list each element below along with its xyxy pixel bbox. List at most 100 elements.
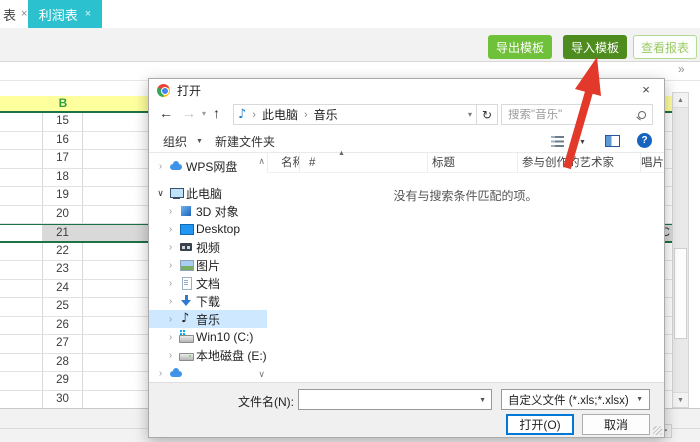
cell-b[interactable]: 24 — [43, 279, 83, 298]
sidebar-item[interactable]: › 下载 — [149, 292, 267, 310]
list-column-header[interactable]: 唱片 — [640, 153, 664, 172]
expander-icon[interactable]: ∨ — [155, 188, 166, 199]
cell-b[interactable]: 22 — [43, 242, 83, 261]
sidebar-item[interactable]: › 音乐 — [149, 310, 267, 328]
tab-background-sheet[interactable]: 表 × — [0, 0, 30, 28]
search-box[interactable] — [501, 104, 653, 125]
tree-scroll-up-icon[interactable]: ∧ — [258, 156, 265, 167]
cell-a[interactable] — [0, 131, 43, 150]
export-template-button[interactable]: 导出模板 — [488, 35, 552, 59]
scroll-up-icon[interactable]: ▲ — [673, 93, 688, 108]
tab-profit-sheet[interactable]: 利润表 × — [28, 0, 102, 28]
address-dropdown-icon[interactable]: ▾ — [468, 110, 472, 119]
breadcrumb[interactable]: ♪ › 此电脑 › 音乐 ▾ — [233, 104, 477, 125]
organize-dropdown-icon[interactable]: ▼ — [196, 138, 203, 145]
list-column-header[interactable]: 参与创作的艺术家 — [517, 153, 640, 172]
sidebar-item[interactable]: › 3D 对象 — [149, 202, 267, 220]
filename-input[interactable] — [301, 391, 476, 408]
cell-a[interactable] — [0, 225, 43, 241]
vertical-scrollbar[interactable]: ▲ ▼ — [672, 92, 689, 408]
dialog-titlebar[interactable]: 打开 × — [149, 79, 664, 101]
breadcrumb-music[interactable]: 音乐 — [314, 106, 338, 123]
cell-a[interactable] — [0, 316, 43, 335]
filename-combobox[interactable]: ▼ — [298, 389, 492, 410]
expander-icon[interactable]: › — [165, 350, 176, 361]
search-input[interactable] — [508, 108, 626, 121]
cell-a[interactable] — [0, 187, 43, 206]
preview-pane-icon[interactable] — [605, 135, 620, 147]
expander-icon[interactable]: › — [165, 260, 176, 271]
cell-b[interactable]: 17 — [43, 150, 83, 169]
sidebar-item[interactable]: › 视频 — [149, 238, 267, 256]
overflow-chevron-icon[interactable]: » — [678, 62, 685, 76]
filetype-dropdown[interactable]: 自定义文件 (*.xls;*.xlsx) ▼ — [501, 389, 650, 410]
sidebar-item[interactable]: › — [149, 364, 267, 382]
sidebar-item[interactable]: › 图片 — [149, 256, 267, 274]
cell-a[interactable] — [0, 335, 43, 354]
list-column-header[interactable]: 名称 — [267, 153, 299, 172]
sidebar-item[interactable]: ∨ 此电脑 — [149, 184, 267, 202]
cell-b[interactable]: 20 — [43, 205, 83, 224]
cell-a[interactable] — [0, 279, 43, 298]
cell-a[interactable] — [0, 205, 43, 224]
scroll-down-icon[interactable]: ▼ — [673, 392, 688, 407]
cell-b[interactable]: 26 — [43, 316, 83, 335]
cell-b[interactable]: 21 — [43, 225, 83, 241]
history-dropdown-icon[interactable]: ▾ — [202, 109, 206, 118]
cell-b[interactable]: 27 — [43, 335, 83, 354]
column-header-b[interactable]: B — [43, 96, 83, 111]
sidebar-item[interactable]: › WPS网盘 — [149, 157, 267, 175]
up-folder-icon[interactable]: ↑ — [213, 105, 220, 121]
resize-grip[interactable] — [653, 426, 662, 435]
close-icon[interactable]: × — [628, 79, 664, 101]
tree-scroll-down-icon[interactable]: ∨ — [258, 369, 265, 380]
cell-a[interactable] — [0, 168, 43, 187]
cell-a[interactable] — [0, 372, 43, 391]
help-icon[interactable]: ? — [637, 133, 652, 148]
expander-icon[interactable]: › — [155, 368, 166, 379]
refresh-icon[interactable]: ↻ — [477, 104, 498, 125]
expander-icon[interactable]: › — [155, 161, 166, 172]
cell-b[interactable]: 30 — [43, 390, 83, 409]
expander-icon[interactable]: › — [165, 206, 176, 217]
tab-close-icon[interactable]: × — [85, 8, 91, 20]
view-report-button[interactable]: 查看报表 — [633, 35, 697, 59]
search-icon[interactable] — [638, 110, 646, 119]
cell-b[interactable]: 23 — [43, 261, 83, 280]
cell-b[interactable]: 18 — [43, 168, 83, 187]
back-icon[interactable]: ← — [159, 105, 173, 121]
cell-b[interactable]: 19 — [43, 187, 83, 206]
sidebar-item[interactable]: › Win10 (C:) — [149, 328, 267, 346]
cell-b[interactable]: 16 — [43, 131, 83, 150]
expander-icon[interactable]: › — [165, 314, 176, 325]
tab-close-icon[interactable]: × — [21, 8, 27, 20]
expander-icon[interactable]: › — [165, 332, 176, 343]
view-dropdown-icon[interactable]: ▼ — [579, 139, 586, 146]
new-folder-button[interactable]: 新建文件夹 — [215, 133, 275, 150]
cell-a[interactable] — [0, 353, 43, 372]
cell-b[interactable]: 28 — [43, 353, 83, 372]
sidebar-item[interactable]: › 文档 — [149, 274, 267, 292]
expander-icon[interactable]: › — [165, 278, 176, 289]
breadcrumb-this-pc[interactable]: 此电脑 — [262, 106, 298, 123]
details-view-icon[interactable] — [551, 136, 564, 147]
list-column-header[interactable]: # — [299, 153, 427, 172]
open-button[interactable]: 打开(O) — [506, 414, 574, 435]
cell-a[interactable] — [0, 390, 43, 409]
cell-a[interactable] — [0, 298, 43, 317]
cell-b[interactable]: 29 — [43, 372, 83, 391]
expander-icon[interactable]: › — [165, 296, 176, 307]
organize-button[interactable]: 组织 — [163, 133, 187, 150]
cell-b[interactable]: 15 — [43, 113, 83, 132]
cell-a[interactable] — [0, 242, 43, 261]
forward-icon[interactable]: → — [182, 105, 196, 121]
import-template-button[interactable]: 导入模板 — [563, 35, 627, 59]
cell-a[interactable] — [0, 150, 43, 169]
expander-icon[interactable]: › — [165, 242, 176, 253]
cell-b[interactable]: 25 — [43, 298, 83, 317]
list-column-header[interactable]: 标题 — [427, 153, 517, 172]
sidebar-item[interactable]: › Desktop — [149, 220, 267, 238]
cell-a[interactable] — [0, 261, 43, 280]
scrollbar-thumb[interactable] — [674, 248, 687, 339]
expander-icon[interactable]: › — [165, 224, 176, 235]
